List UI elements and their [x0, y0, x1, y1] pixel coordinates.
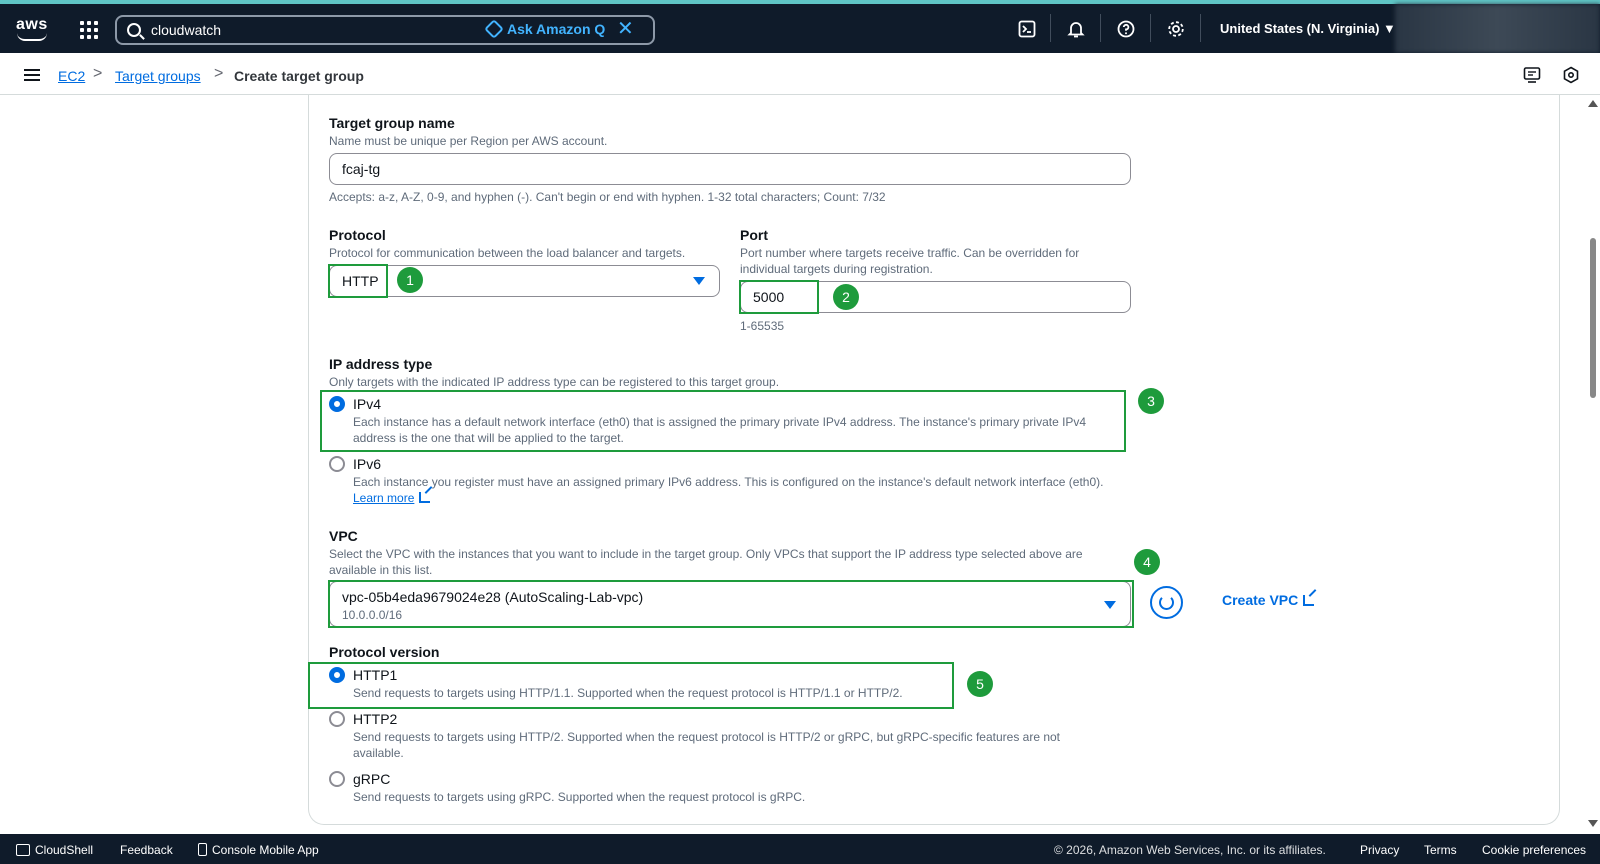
search-icon: [127, 23, 141, 37]
ip-address-type-description: Only targets with the indicated IP addre…: [329, 375, 780, 389]
console-mobile-app-label: Console Mobile App: [212, 843, 319, 857]
privacy-link[interactable]: Privacy: [1360, 843, 1399, 857]
feedback-link[interactable]: Feedback: [120, 843, 173, 857]
radio-grpc[interactable]: [329, 771, 345, 787]
menu-icon[interactable]: [24, 69, 40, 81]
breadcrumb-current: Create target group: [234, 68, 364, 84]
top-navigation-bar: aws cloudwatch Ask Amazon Q ✕ United Sta…: [0, 0, 1600, 53]
help-icon[interactable]: [1117, 20, 1135, 38]
annotation-badge-1: 1: [397, 267, 423, 293]
terms-link[interactable]: Terms: [1424, 843, 1457, 857]
http2-description: Send requests to targets using HTTP/2. S…: [353, 730, 1061, 760]
amazon-q-icon: [484, 19, 504, 39]
target-group-name-description: Name must be unique per Region per AWS a…: [329, 134, 608, 148]
target-group-name-label: Target group name: [329, 115, 455, 131]
learn-more-link[interactable]: Learn more: [353, 490, 431, 506]
breadcrumb-bar: EC2 > Target groups > Create target grou…: [0, 53, 1600, 95]
divider: [1200, 14, 1201, 42]
cookie-preferences-link[interactable]: Cookie preferences: [1482, 843, 1586, 857]
breadcrumb-ec2[interactable]: EC2: [58, 68, 85, 84]
mobile-phone-icon: [198, 843, 207, 856]
http1-description: Send requests to targets using HTTP/1.1.…: [353, 686, 903, 700]
vpc-label: VPC: [329, 528, 358, 544]
protocol-label: Protocol: [329, 227, 386, 243]
search-input[interactable]: cloudwatch: [151, 22, 221, 38]
search-bar[interactable]: cloudwatch Ask Amazon Q ✕: [115, 15, 655, 45]
annotation-badge-3: 3: [1138, 388, 1164, 414]
ask-amazon-q-label: Ask Amazon Q: [507, 21, 606, 37]
footer-bar: CloudShell Feedback Console Mobile App ©…: [0, 834, 1600, 864]
external-link-icon: [419, 492, 431, 503]
aws-logo-text: aws: [16, 16, 48, 33]
cloudshell-footer-button[interactable]: CloudShell: [16, 843, 93, 857]
apps-grid-icon[interactable]: [80, 21, 98, 39]
settings-icon[interactable]: [1167, 20, 1185, 38]
target-group-name-hint: Accepts: a-z, A-Z, 0-9, and hyphen (-). …: [329, 190, 886, 204]
scroll-down-arrow[interactable]: [1588, 820, 1598, 827]
divider: [1050, 14, 1051, 42]
highlight-box-4: [328, 580, 1134, 628]
create-vpc-link[interactable]: Create VPC: [1222, 592, 1315, 608]
create-vpc-text: Create VPC: [1222, 592, 1299, 608]
grpc-description: Send requests to targets using gRPC. Sup…: [353, 790, 806, 804]
ipv4-description: Each instance has a default network inte…: [353, 415, 1087, 445]
hexagon-help-icon[interactable]: [1562, 66, 1580, 84]
radio-ipv6[interactable]: [329, 456, 345, 472]
divider: [1150, 14, 1151, 42]
external-link-icon: [1303, 595, 1315, 606]
display-settings-icon[interactable]: [1523, 66, 1541, 84]
divider: [1100, 14, 1101, 42]
grpc-label[interactable]: gRPC: [353, 771, 390, 787]
http2-label[interactable]: HTTP2: [353, 711, 397, 727]
account-menu-redacted[interactable]: [1395, 4, 1600, 53]
cloudshell-icon[interactable]: [1018, 20, 1036, 38]
cloudshell-label: CloudShell: [35, 843, 94, 857]
refresh-icon: [1159, 595, 1174, 610]
aws-logo-smile: [17, 33, 47, 41]
close-icon[interactable]: ✕: [617, 19, 634, 39]
radio-ipv4[interactable]: [329, 396, 345, 412]
cloudshell-icon: [16, 844, 30, 856]
annotation-badge-5: 5: [967, 671, 993, 697]
breadcrumb-target-groups[interactable]: Target groups: [115, 68, 201, 84]
aws-logo[interactable]: aws: [16, 16, 50, 41]
highlight-box-2: [739, 280, 819, 314]
ipv4-label[interactable]: IPv4: [353, 396, 381, 412]
protocol-version-label: Protocol version: [329, 644, 440, 660]
scrollbar-track[interactable]: [1585, 95, 1600, 825]
ip-address-type-label: IP address type: [329, 356, 433, 372]
port-description: Port number where targets receive traffi…: [740, 246, 1080, 276]
vpc-description: Select the VPC with the instances that y…: [329, 547, 1083, 577]
ask-amazon-q-button[interactable]: Ask Amazon Q: [484, 19, 606, 39]
scroll-up-arrow[interactable]: [1588, 100, 1598, 107]
bell-icon[interactable]: [1067, 20, 1085, 38]
scrollbar-thumb[interactable]: [1590, 238, 1596, 398]
protocol-description: Protocol for communication between the l…: [329, 246, 686, 260]
accent-strip: [0, 0, 1600, 4]
target-group-name-input[interactable]: fcaj-tg: [329, 153, 1131, 185]
ipv6-label[interactable]: IPv6: [353, 456, 381, 472]
annotation-badge-4: 4: [1134, 549, 1160, 575]
annotation-badge-2: 2: [833, 284, 859, 310]
copyright-text: © 2026, Amazon Web Services, Inc. or its…: [1054, 843, 1326, 857]
port-hint: 1-65535: [740, 319, 785, 333]
ipv6-description: Each instance you register must have an …: [353, 475, 1104, 489]
highlight-box-1: [328, 264, 388, 298]
region-selector[interactable]: United States (N. Virginia) ▼: [1220, 21, 1396, 36]
breadcrumb-separator: >: [93, 65, 103, 82]
refresh-vpc-button[interactable]: [1150, 586, 1183, 619]
caret-down-icon: [693, 277, 705, 285]
port-label: Port: [740, 227, 768, 243]
radio-http2[interactable]: [329, 711, 345, 727]
console-mobile-app-link[interactable]: Console Mobile App: [198, 843, 319, 857]
radio-http1[interactable]: [329, 667, 345, 683]
learn-more-text: Learn more: [353, 491, 415, 505]
http1-label[interactable]: HTTP1: [353, 667, 397, 683]
breadcrumb-separator: >: [214, 65, 224, 82]
